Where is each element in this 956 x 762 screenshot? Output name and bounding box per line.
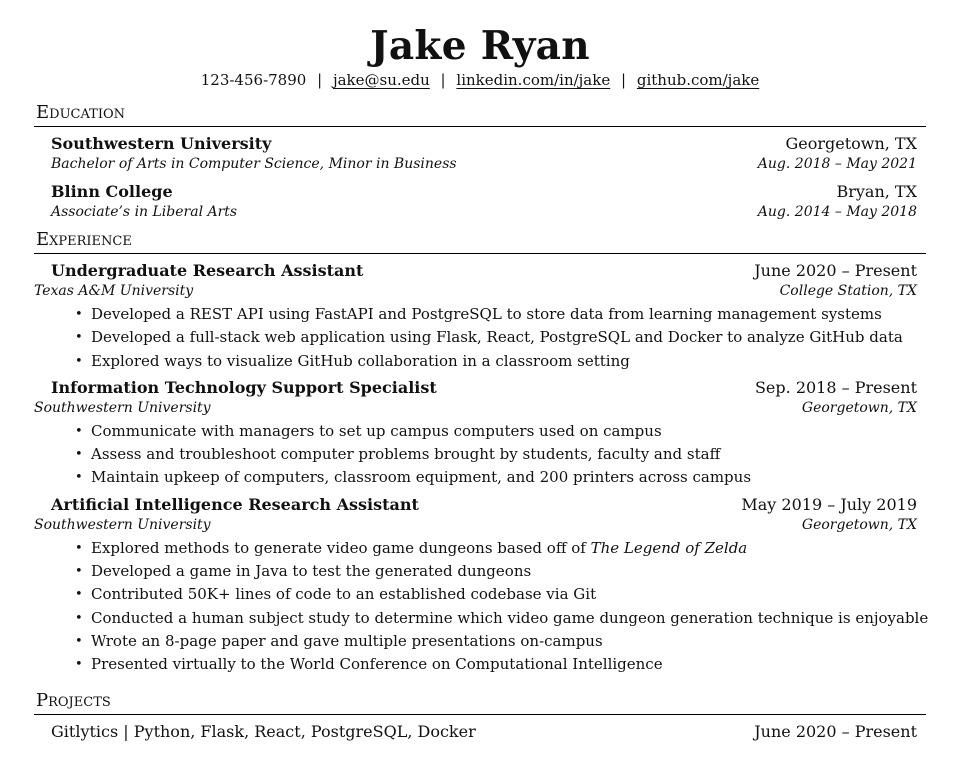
- experience-entry: Information Technology Support Specialis…: [34, 377, 926, 490]
- job-location: Georgetown, TX: [801, 516, 917, 533]
- job-location: College Station, TX: [779, 283, 917, 299]
- separator: |: [621, 71, 627, 89]
- resume-name: Jake Ryan: [370, 23, 590, 69]
- experience-entry: Artificial Intelligence Research Assista…: [34, 494, 928, 677]
- job-dates: Sep. 2018 – Present: [754, 377, 917, 397]
- section-title-projects: Projects: [36, 689, 111, 711]
- email-link[interactable]: jake@su.edu: [333, 71, 430, 89]
- school-location: Georgetown, TX: [785, 134, 917, 153]
- bullet-item: Developed a full-stack web application u…: [51, 326, 917, 350]
- bullet-list: Explored methods to generate video game …: [51, 537, 928, 677]
- section-rule: [34, 126, 926, 127]
- bullet-item: Presented virtually to the World Confere…: [51, 653, 917, 677]
- job-title: Information Technology Support Specialis…: [51, 377, 437, 397]
- separator: |: [440, 71, 446, 89]
- section-rule: [34, 713, 926, 715]
- bullet-item: Maintain upkeep of computers, classroom …: [51, 466, 917, 490]
- bullet-item: Conducted a human subject study to deter…: [51, 607, 928, 631]
- school-location: Bryan, TX: [836, 182, 917, 201]
- organization: Texas A&M University: [34, 283, 194, 299]
- section-title-experience: Experience: [36, 229, 132, 250]
- experience-entry: Undergraduate Research Assistant June 20…: [34, 260, 926, 373]
- education-dates: Aug. 2014 – May 2018: [757, 204, 917, 220]
- section-rule: [34, 253, 926, 254]
- job-location: Georgetown, TX: [801, 399, 917, 416]
- organization: Southwestern University: [34, 399, 211, 416]
- project-dates: June 2020 – Present: [754, 721, 917, 741]
- bullet-item: Developed a game in Java to test the gen…: [51, 560, 917, 584]
- school-name: Southwestern University: [51, 134, 272, 153]
- bullet-list: Developed a REST API using FastAPI and P…: [51, 303, 917, 373]
- degree: Associate’s in Liberal Arts: [51, 204, 238, 220]
- bullet-item: Explored ways to visualize GitHub collab…: [51, 350, 917, 374]
- resume-page: Jake Ryan 123-456-7890 | jake@su.edu | l…: [34, 23, 928, 742]
- organization: Southwestern University: [34, 516, 211, 533]
- projects-section: Projects Gitlytics | Python, Flask, Reac…: [34, 690, 926, 742]
- contact-line: 123-456-7890 | jake@su.edu | linkedin.co…: [34, 70, 926, 90]
- bullet-item: Contributed 50K+ lines of code to an est…: [51, 583, 917, 607]
- degree: Bachelor of Arts in Computer Science, Mi…: [51, 156, 457, 172]
- phone: 123-456-7890: [200, 71, 307, 89]
- job-dates: June 2020 – Present: [754, 261, 917, 280]
- section-title-education: Education: [36, 102, 125, 123]
- bullet-italic-text: The Legend of Zelda: [590, 538, 748, 557]
- linkedin-link[interactable]: linkedin.com/in/jake: [456, 71, 610, 89]
- bullet-item: Communicate with managers to set up camp…: [51, 420, 917, 444]
- bullet-item: Explored methods to generate video game …: [51, 537, 917, 561]
- bullet-text: Explored methods to generate video game …: [91, 538, 591, 557]
- experience-section: Experience Undergraduate Research Assist…: [34, 229, 928, 677]
- separator: |: [317, 71, 323, 89]
- job-dates: May 2019 – July 2019: [741, 494, 917, 514]
- job-title: Artificial Intelligence Research Assista…: [51, 494, 419, 514]
- education-entry: Southwestern University Georgetown, TX B…: [34, 133, 926, 175]
- bullet-list: Communicate with managers to set up camp…: [51, 420, 917, 490]
- project-title: Gitlytics | Python, Flask, React, Postgr…: [51, 721, 476, 741]
- job-title: Undergraduate Research Assistant: [51, 261, 364, 280]
- bullet-item: Wrote an 8-page paper and gave multiple …: [51, 630, 917, 654]
- bullet-item: Assess and troubleshoot computer problem…: [51, 443, 917, 467]
- education-dates: Aug. 2018 – May 2021: [757, 156, 917, 172]
- project-entry: Gitlytics | Python, Flask, React, Postgr…: [34, 721, 926, 742]
- education-section: Education Southwestern University George…: [34, 102, 926, 223]
- github-link[interactable]: github.com/jake: [637, 71, 759, 89]
- school-name: Blinn College: [51, 182, 173, 201]
- education-entry: Blinn College Bryan, TX Associate’s in L…: [34, 181, 926, 223]
- bullet-item: Developed a REST API using FastAPI and P…: [51, 303, 917, 327]
